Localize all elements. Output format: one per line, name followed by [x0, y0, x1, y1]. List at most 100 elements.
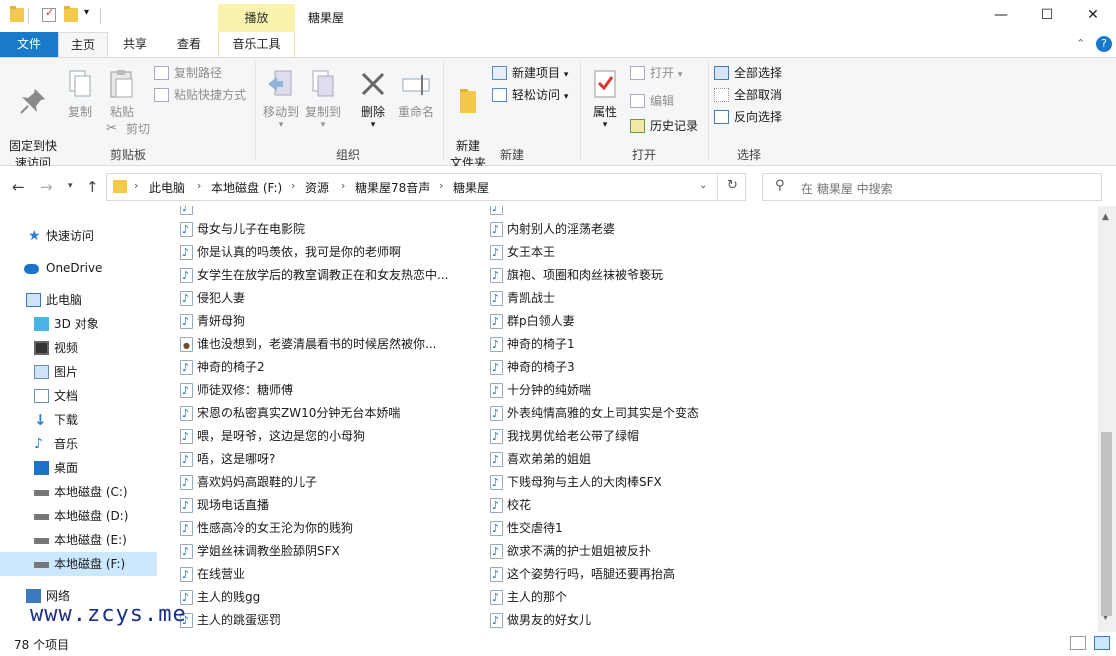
nav-quick-access[interactable]: ★ 快速访问	[0, 224, 157, 248]
minimize-button[interactable]: —	[978, 0, 1024, 30]
back-arrow-icon[interactable]: ←	[12, 178, 25, 196]
maximize-button[interactable]: ☐	[1024, 0, 1070, 30]
select-all-button[interactable]: 全部选择	[714, 63, 782, 83]
search-input[interactable]: 在 糖果屋 中搜索	[801, 180, 893, 197]
chevron-right-icon[interactable]: ›	[197, 179, 201, 192]
drive-icon	[34, 490, 49, 496]
invert-selection-label: 反向选择	[734, 110, 783, 124]
nav-onedrive[interactable]: OneDrive	[0, 256, 157, 280]
address-dropdown-icon[interactable]: ⌄	[699, 180, 707, 191]
forward-arrow-icon[interactable]: →	[40, 178, 53, 196]
breadcrumb-current[interactable]: 糖果屋	[453, 179, 489, 196]
properties-icon[interactable]: ✓	[42, 6, 56, 22]
paste-button[interactable]: 粘贴	[104, 68, 140, 121]
easy-access-button[interactable]: 轻松访问 ▾	[492, 85, 568, 105]
file-name: 神奇的椅子1	[507, 337, 575, 351]
large-icons-view-icon[interactable]	[1094, 636, 1110, 650]
tab-music-tools[interactable]: 音乐工具	[218, 32, 295, 57]
history-icon	[630, 119, 645, 133]
paste-shortcut-button[interactable]: 粘贴快捷方式	[154, 85, 246, 105]
scrollbar-thumb[interactable]	[1101, 432, 1112, 616]
audio-file-icon	[490, 402, 503, 425]
tab-home[interactable]: 主页	[58, 32, 108, 58]
tab-file[interactable]: 文件	[0, 32, 58, 57]
breadcrumb-drive-f[interactable]: 本地磁盘 (F:)	[211, 179, 282, 196]
ribbon-tabs: 文件 主页 共享 查看 音乐工具 ⌃ ?	[0, 32, 1116, 58]
address-bar[interactable]: › 此电脑 › 本地磁盘 (F:) › 资源 › 糖果屋78音声 › 糖果屋 ⌄…	[106, 173, 746, 201]
nav-drive-d[interactable]: 本地磁盘 (D:)	[0, 504, 157, 528]
new-folder-icon	[452, 85, 484, 117]
audio-file-icon	[180, 287, 193, 310]
select-none-button[interactable]: 全部取消	[714, 85, 782, 105]
tab-view[interactable]: 查看	[164, 32, 214, 57]
chevron-right-icon[interactable]: ›	[341, 179, 345, 192]
collapse-ribbon-icon[interactable]: ⌃	[1076, 37, 1085, 50]
audio-file-icon	[180, 471, 193, 494]
new-item-button[interactable]: 新建项目 ▾	[492, 63, 568, 83]
nav-downloads[interactable]: ↓ 下载	[0, 408, 157, 432]
window-title: 糖果屋	[308, 11, 345, 25]
network-icon	[26, 589, 41, 603]
title-bar: ✓ ▾ 播放 糖果屋 — ☐ ✕	[0, 0, 1116, 32]
move-to-button[interactable]: 移动到 ▾	[260, 68, 302, 130]
invert-selection-button[interactable]: 反向选择	[714, 107, 782, 127]
nav-pictures[interactable]: 图片	[0, 360, 157, 384]
breadcrumb-resources[interactable]: 资源	[305, 179, 329, 196]
nav-music[interactable]: ♪ 音乐	[0, 432, 157, 456]
help-icon[interactable]: ?	[1096, 36, 1112, 52]
pin-to-quick-access-button[interactable]: 固定到快 速访问	[6, 68, 60, 172]
open-button[interactable]: 打开 ▾	[630, 63, 682, 83]
open-label: 打开	[650, 66, 675, 80]
nav-drive-e[interactable]: 本地磁盘 (E:)	[0, 528, 157, 552]
chevron-right-icon[interactable]: ›	[291, 179, 295, 192]
scroll-up-icon[interactable]: ▲	[1102, 212, 1109, 222]
group-separator	[443, 62, 444, 160]
edit-button[interactable]: 编辑	[630, 91, 674, 111]
navigation-pane: ★ 快速访问 OneDrive 此电脑 3D 对象 视频 图片 文档 ↓ 下载 ♪ 音…	[0, 206, 160, 632]
copy-button[interactable]: 复制	[62, 68, 98, 121]
copy-to-button[interactable]: 复制到 ▾	[302, 68, 344, 130]
delete-button[interactable]: 删除 ▾	[352, 68, 394, 130]
nav-videos[interactable]: 视频	[0, 336, 157, 360]
tab-share[interactable]: 共享	[112, 32, 158, 57]
details-view-icon[interactable]	[1070, 636, 1086, 650]
cut-button[interactable]: ✂ 剪切	[106, 119, 150, 139]
nav-label: 下载	[54, 413, 79, 427]
nav-label: 本地磁盘 (E:)	[54, 533, 127, 547]
nav-label: 视频	[54, 341, 79, 355]
search-icon: ⚲	[775, 178, 785, 193]
select-group-label: 选择	[736, 148, 761, 162]
star-icon: ★	[28, 228, 41, 244]
nav-3d-objects[interactable]: 3D 对象	[0, 312, 157, 336]
recent-locations-icon[interactable]: ▾	[68, 181, 73, 191]
folder-icon	[113, 180, 127, 193]
nav-desktop[interactable]: 桌面	[0, 456, 157, 480]
new-folder-icon[interactable]	[64, 6, 78, 22]
customize-quick-access-icon[interactable]: ▾	[84, 7, 98, 21]
divider	[717, 174, 718, 200]
group-separator	[580, 62, 581, 160]
nav-this-pc[interactable]: 此电脑	[0, 288, 157, 312]
copy-path-button[interactable]: 复制路径	[154, 63, 222, 83]
ribbon: 固定到快 速访问 复制 粘贴 复制路径 粘贴快捷方式 ✂ 剪切 剪贴板 移动到 ▾ …	[0, 57, 1116, 170]
scissors-icon: ✂	[106, 121, 117, 136]
search-box[interactable]: ⚲ 在 糖果屋 中搜索	[762, 173, 1102, 201]
nav-documents[interactable]: 文档	[0, 384, 157, 408]
up-arrow-icon[interactable]: ↑	[86, 178, 99, 196]
refresh-icon[interactable]: ↻	[727, 178, 738, 193]
breadcrumb-this-pc[interactable]: 此电脑	[149, 179, 185, 196]
chevron-right-icon[interactable]: ›	[134, 179, 138, 192]
rename-button[interactable]: 重命名	[396, 68, 436, 121]
file-name: 你是认真的吗羡依，我可是你的老师啊	[197, 245, 402, 259]
nav-drive-f[interactable]: 本地磁盘 (F:)	[0, 552, 157, 576]
history-button[interactable]: 历史记录	[630, 116, 698, 136]
properties-button[interactable]: 属性 ▾	[584, 68, 626, 130]
file-name: 主人的那个	[507, 590, 568, 604]
audio-file-icon	[180, 448, 193, 471]
nav-drive-c[interactable]: 本地磁盘 (C:)	[0, 480, 157, 504]
chevron-right-icon[interactable]: ›	[439, 179, 443, 192]
edit-label: 编辑	[650, 94, 675, 108]
delete-icon	[357, 68, 389, 100]
breadcrumb-album[interactable]: 糖果屋78音声	[355, 179, 430, 196]
close-button[interactable]: ✕	[1070, 0, 1116, 30]
